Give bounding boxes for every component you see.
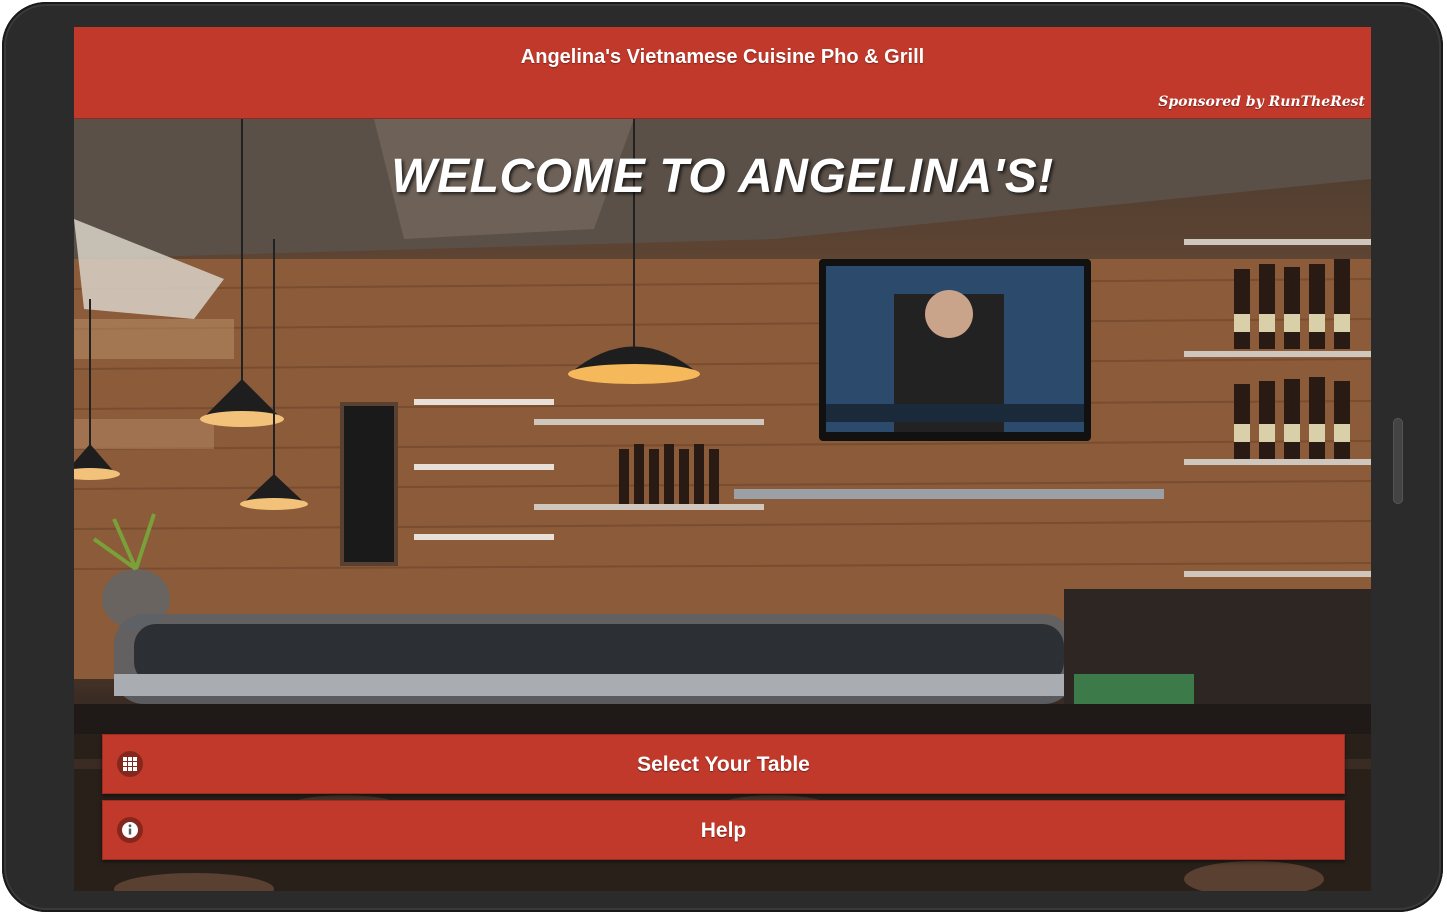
select-table-label: Select Your Table — [637, 753, 810, 776]
sponsor-text: Sponsored by RunTheRest — [1158, 94, 1365, 110]
app-header: Angelina's Vietnamese Cuisine Pho & Gril… — [74, 27, 1371, 119]
tablet-side-button — [1393, 418, 1403, 504]
help-button[interactable]: Help — [102, 800, 1345, 860]
restaurant-title: Angelina's Vietnamese Cuisine Pho & Gril… — [520, 46, 925, 68]
help-label: Help — [700, 819, 747, 842]
select-table-button[interactable]: Select Your Table — [102, 734, 1345, 794]
app-screen: Angelina's Vietnamese Cuisine Pho & Gril… — [74, 27, 1371, 891]
welcome-heading: WELCOME TO ANGELINA'S! — [391, 150, 1054, 203]
